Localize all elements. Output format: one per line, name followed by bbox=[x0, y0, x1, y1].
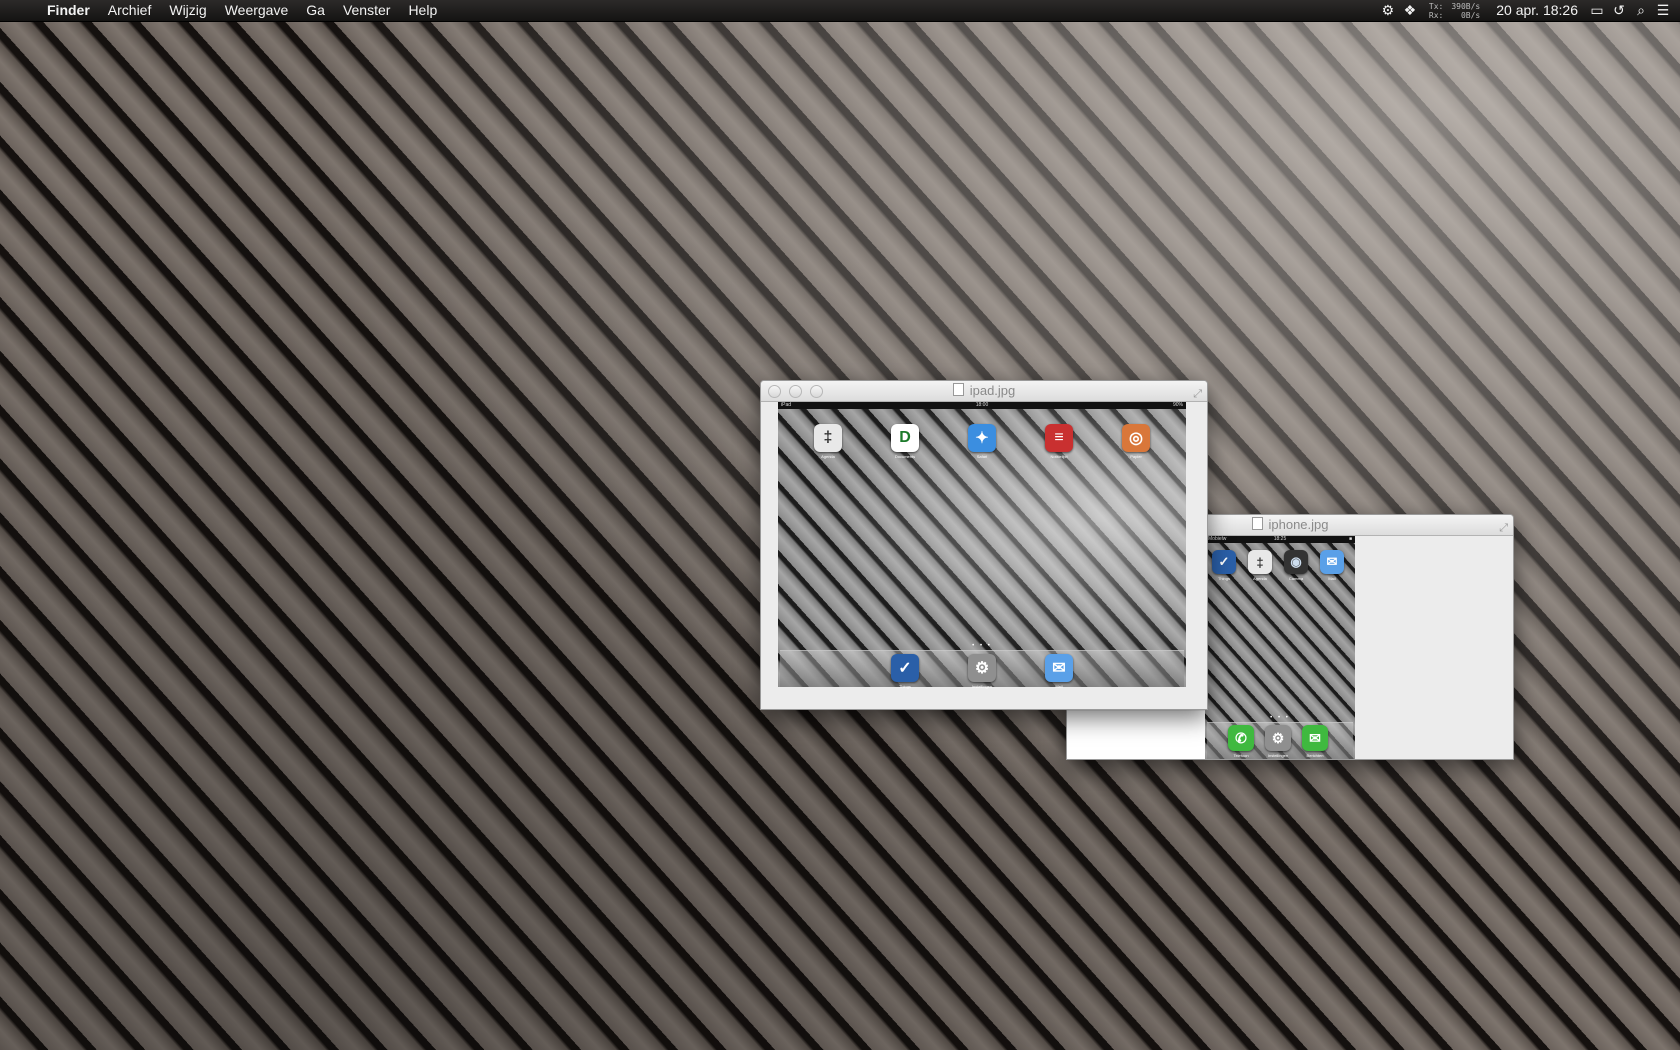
iphone-window-title: iphone.jpg bbox=[1268, 517, 1329, 532]
ipad-screenshot-image: iPad 18:00 90% ‡ Agenda D Documents ✦ Sa… bbox=[778, 402, 1186, 689]
menu-wijzig[interactable]: Wijzig bbox=[160, 0, 215, 21]
ipad-dock-mail: ✉ Mail bbox=[1039, 654, 1079, 689]
menu-clock[interactable]: 20 apr. 18:26 bbox=[1496, 0, 1578, 21]
menu-extras: ⚙ ❖ Tx: Rx: 390B/s 0B/s 20 apr. 18:26 ▭ … bbox=[1377, 0, 1680, 21]
document-icon bbox=[1251, 517, 1263, 530]
gear-icon[interactable]: ⚙ bbox=[1377, 0, 1399, 21]
ipad-app-safari: ✦ Safari bbox=[962, 424, 1002, 459]
app-label: Agenda bbox=[821, 454, 835, 459]
iphone-app-things: ✓ Things bbox=[1206, 550, 1242, 581]
netstat-tx-label: Tx: bbox=[1428, 1, 1444, 11]
app-label: Mail bbox=[1328, 576, 1336, 581]
notification-center-icon[interactable]: ☰ bbox=[1652, 0, 1674, 21]
ipad-app-agenda: ‡ Agenda bbox=[808, 424, 848, 459]
mail-icon: ✉ bbox=[1045, 654, 1073, 682]
mail-icon: ✉ bbox=[1320, 550, 1344, 574]
iphone-page-indicator: • • • bbox=[1270, 715, 1290, 721]
ipad-preview-window[interactable]: ipad.jpg ⤢ iPad 18:00 90% ‡ Agenda D Doc… bbox=[760, 380, 1208, 710]
checkbox-icon: ✓ bbox=[1212, 550, 1236, 574]
app-label: Safari bbox=[976, 454, 988, 459]
app-label: Instellingen bbox=[971, 684, 993, 689]
ipad-time: 18:00 bbox=[975, 402, 989, 408]
iphone-dock-telefoon: ✆ Telefoon bbox=[1223, 725, 1259, 758]
messages-icon: ✉ bbox=[1302, 725, 1328, 751]
app-label: Telefoon bbox=[1233, 753, 1249, 758]
menu-help[interactable]: Help bbox=[399, 0, 446, 21]
netstat-tx-value: 390B/s bbox=[1451, 1, 1481, 11]
iphone-time: 18:25 bbox=[1273, 536, 1287, 542]
document-icon bbox=[952, 383, 964, 396]
fullscreen-icon[interactable]: ⤢ bbox=[1499, 518, 1508, 538]
ipad-dock-things: ✓ Things bbox=[885, 654, 925, 689]
spotlight-icon[interactable]: ⌕ bbox=[1630, 0, 1652, 21]
app-label: Notitielijst bbox=[1050, 454, 1068, 459]
app-label: Things bbox=[898, 684, 911, 689]
ipad-window-titlebar[interactable]: ipad.jpg ⤢ bbox=[761, 381, 1207, 402]
safari-icon: ✦ bbox=[968, 424, 996, 452]
menu-ga[interactable]: Ga bbox=[297, 0, 334, 21]
camera-icon: ◉ bbox=[1284, 550, 1308, 574]
app-label: Mail bbox=[1055, 684, 1063, 689]
menu-app-finder[interactable]: Finder bbox=[38, 0, 99, 21]
iphone-canvas-blank-right bbox=[1355, 536, 1513, 759]
ipad-dock-instellingen: ⚙ Instellingen bbox=[962, 654, 1002, 689]
ipad-status-bar: iPad 18:00 90% bbox=[778, 402, 1186, 409]
iphone-app-mail: ✉ Mail bbox=[1314, 550, 1350, 581]
ipad-battery: 90% bbox=[1172, 402, 1183, 408]
app-label: Instellingen bbox=[1267, 753, 1289, 758]
menu-bar: Finder Archief Wijzig Weergave Ga Venste… bbox=[0, 0, 1680, 22]
iphone-app-agenda: ‡ Agenda bbox=[1242, 550, 1278, 581]
time-machine-icon[interactable]: ↺ bbox=[1608, 0, 1630, 21]
app-label: Papier bbox=[1130, 454, 1142, 459]
netstat-rx-label: Rx: bbox=[1428, 10, 1444, 20]
dropbox-icon[interactable]: ❖ bbox=[1399, 0, 1421, 21]
iphone-canvas-blank-left bbox=[1067, 711, 1205, 759]
calendar-icon: ‡ bbox=[1248, 550, 1272, 574]
battery-icon[interactable]: ▭ bbox=[1586, 0, 1608, 21]
calendar-icon: ‡ bbox=[814, 424, 842, 452]
paper-icon: ◎ bbox=[1122, 424, 1150, 452]
menu-archief[interactable]: Archief bbox=[99, 0, 161, 21]
settings-icon: ⚙ bbox=[968, 654, 996, 682]
zoom-button[interactable] bbox=[810, 385, 823, 398]
iphone-status-bar: Mobielw 18:25 ■ bbox=[1205, 536, 1355, 543]
app-label: Agenda bbox=[1253, 576, 1267, 581]
iphone-battery: ■ bbox=[1348, 536, 1352, 542]
app-label: Documents bbox=[894, 454, 916, 459]
menu-venster[interactable]: Venster bbox=[334, 0, 399, 21]
netstat-rx-value: 0B/s bbox=[1460, 10, 1481, 20]
app-label: Things bbox=[1217, 576, 1230, 581]
documents-icon: D bbox=[891, 424, 919, 452]
iphone-dock-berichten: ✉ Berichten bbox=[1297, 725, 1333, 758]
ipad-page-indicator: • • • bbox=[972, 643, 992, 649]
network-stats[interactable]: Tx: Rx: 390B/s 0B/s bbox=[1429, 2, 1480, 20]
ipad-app-documents: D Documents bbox=[885, 424, 925, 459]
phone-icon: ✆ bbox=[1228, 725, 1254, 751]
close-button[interactable] bbox=[768, 385, 781, 398]
app-label: Camera bbox=[1288, 576, 1304, 581]
settings-icon: ⚙ bbox=[1265, 725, 1291, 751]
ipad-window-title: ipad.jpg bbox=[969, 383, 1016, 398]
app-label: Berichten bbox=[1306, 753, 1324, 758]
fullscreen-icon[interactable]: ⤢ bbox=[1193, 384, 1202, 404]
notes-icon: ≡ bbox=[1045, 424, 1073, 452]
minimize-button[interactable] bbox=[789, 385, 802, 398]
iphone-screenshot-image: Mobielw 18:25 ■ ✓ Things ‡ Agenda ◉ Came… bbox=[1205, 536, 1355, 759]
menu-weergave[interactable]: Weergave bbox=[216, 0, 298, 21]
window-controls bbox=[768, 385, 823, 398]
checkbox-icon: ✓ bbox=[891, 654, 919, 682]
iphone-dock-instellingen: ⚙ Instellingen bbox=[1260, 725, 1296, 758]
ipad-app-notitielijst: ≡ Notitielijst bbox=[1039, 424, 1079, 459]
iphone-app-camera: ◉ Camera bbox=[1278, 550, 1314, 581]
ipad-app-papier: ◎ Papier bbox=[1116, 424, 1156, 459]
